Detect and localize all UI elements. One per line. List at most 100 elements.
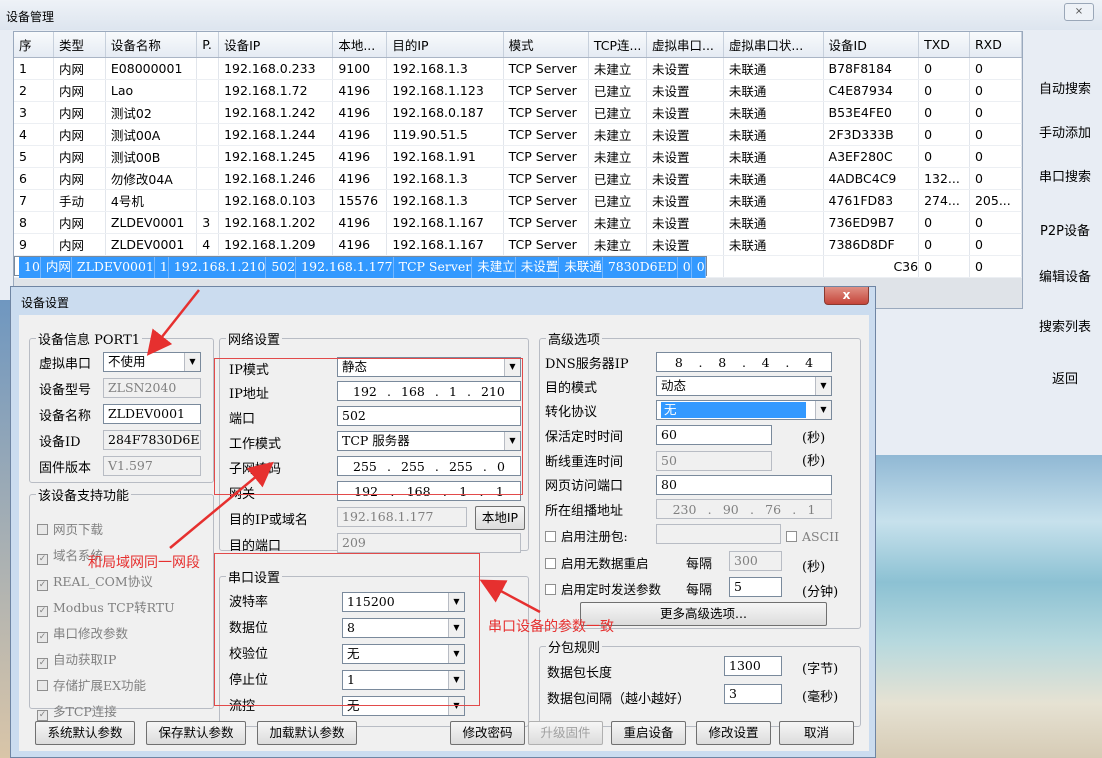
apply-settings-button[interactable]: 修改设置 [696, 721, 771, 745]
feature-checkbox[interactable]: ✓ 自动获取IP [37, 649, 116, 669]
column-header[interactable]: 设备IP [218, 32, 334, 58]
column-header[interactable]: 设备名称 [105, 32, 198, 58]
table-row[interactable]: 5 内网 测试00B 192.168.1.245 4196 192.168.1.91 TCP… [14, 145, 1023, 168]
register-packet-field[interactable] [656, 524, 781, 544]
table-cell [196, 57, 220, 80]
column-header[interactable]: TCP连... [588, 32, 647, 58]
table-cell: 192.168.0.187 [386, 101, 504, 124]
dest-ip-field[interactable]: 192.168.1.177 [337, 507, 467, 527]
keepalive-field[interactable]: 60 [656, 425, 772, 445]
title-bar: 设备管理 ⨯ [0, 0, 1102, 30]
multicast-field[interactable]: 230. 90. 76. 1 [656, 499, 832, 519]
side-button[interactable]: 串口搜索 [1030, 164, 1100, 192]
table-cell: 192.168.1.244 [218, 123, 334, 146]
side-button[interactable]: 编辑设备 [1030, 264, 1100, 292]
table-cell: 未设置 [646, 211, 724, 234]
upgrade-firmware-button[interactable]: 升级固件 [528, 721, 603, 745]
side-button[interactable]: 返回 [1030, 366, 1100, 394]
column-header[interactable]: P. [196, 32, 220, 58]
table-cell: 0 [918, 123, 970, 146]
column-header[interactable]: 本地... [332, 32, 388, 58]
feature-checkbox[interactable]: ✓ 串口修改参数 [37, 623, 128, 643]
table-cell: 4196 [332, 233, 388, 256]
virtual-port-select[interactable]: 不使用 ▼ [103, 352, 201, 372]
nodata-restart-label: 启用无数据重启 [561, 556, 649, 571]
feature-checkbox[interactable]: ✓ Modbus TCP转RTU [37, 597, 175, 617]
timer-interval-field[interactable]: 5 [729, 577, 782, 597]
dest-port-field[interactable]: 209 [337, 533, 521, 553]
table-cell: 6 [14, 167, 54, 190]
web-port-field[interactable]: 80 [656, 475, 832, 495]
column-header[interactable]: TXD [918, 32, 970, 58]
column-header[interactable]: 模式 [503, 32, 589, 58]
dest-mode-select[interactable]: 动态 ▼ [656, 376, 832, 396]
network-legend: 网络设置 [228, 333, 281, 348]
table-cell: 4196 [332, 167, 388, 190]
table-cell: 205... [969, 189, 1023, 212]
protocol-select[interactable]: 无 ▼ [656, 400, 832, 420]
system-default-button[interactable]: 系统默认参数 [35, 721, 135, 745]
local-ip-button[interactable]: 本地IP [475, 506, 525, 530]
table-cell: 192.168.0.103 [218, 189, 334, 212]
change-password-button[interactable]: 修改密码 [450, 721, 525, 745]
feature-checkbox[interactable]: 存储扩展EX功能 [37, 675, 146, 694]
device-id-label: 设备ID [39, 435, 81, 450]
more-advanced-button[interactable]: 更多高级选项... [580, 602, 827, 626]
firmware-field[interactable]: V1.597 [103, 456, 201, 476]
table-cell: 内网 [53, 233, 106, 256]
side-button[interactable]: P2P设备 [1030, 218, 1100, 246]
reconnect-field[interactable]: 50 [656, 451, 772, 471]
register-packet-label: 启用注册包: [561, 529, 628, 544]
device-id-field[interactable]: 284F7830D6ED [103, 430, 201, 450]
table-row[interactable]: 1 内网 E08000001 192.168.0.233 9100 192.168.1.3… [14, 57, 1023, 80]
mc-octet: 76 [765, 501, 782, 517]
ascii-checkbox[interactable]: ASCII [786, 529, 839, 544]
table-row[interactable]: 3 内网 测试02 192.168.1.242 4196 192.168.0.187 TCP… [14, 101, 1023, 124]
column-header[interactable]: 序 [14, 32, 54, 58]
load-default-button[interactable]: 加载默认参数 [257, 721, 357, 745]
table-cell: 132... [918, 167, 970, 190]
device-table[interactable]: 序类型 设备名称 P. 设备IP 本地... 目的IP 模式 TCP连... 虚拟串口... 虚拟… [13, 31, 1023, 309]
table-row[interactable]: 6 内网 勿修改04A 192.168.1.246 4196 192.168.1.3 TCP… [14, 167, 1023, 190]
table-row[interactable]: 4 内网 测试00A 192.168.1.244 4196 119.90.51.5 TCP … [14, 123, 1023, 146]
device-name-field[interactable]: ZLDEV0001 [103, 404, 201, 424]
dialog-close-button[interactable]: x [824, 287, 869, 305]
table-cell: 未设置 [646, 57, 724, 80]
save-default-button[interactable]: 保存默认参数 [146, 721, 246, 745]
nodata-restart-checkbox[interactable]: 启用无数据重启 [545, 553, 649, 572]
table-row[interactable]: 9 内网 ZLDEV0001 4 192.168.1.209 4196 192.168.1.… [14, 233, 1023, 256]
side-button[interactable]: 自动搜索 [1030, 76, 1100, 104]
table-cell: 192.168.0.233 [218, 57, 334, 80]
table-cell: 未设置 [646, 101, 724, 124]
side-button[interactable]: 手动添加 [1030, 120, 1100, 148]
feature-checkbox[interactable]: ✓ REAL_COM协议 [37, 571, 153, 591]
table-row[interactable]: 10 内网 ZLDEV0001 1 192.168.1.210 502 192.168.1.… [14, 255, 707, 279]
column-header[interactable]: 类型 [53, 32, 106, 58]
register-packet-checkbox[interactable]: 启用注册包: [545, 526, 628, 545]
column-header[interactable]: 虚拟串口... [646, 32, 724, 58]
dns-field[interactable]: 8. 8. 4. 4 [656, 352, 832, 372]
cancel-button[interactable]: 取消 [779, 721, 854, 745]
table-cell: TCP Server [503, 211, 589, 234]
side-button[interactable]: 搜索列表 [1030, 314, 1100, 342]
column-header[interactable]: 设备ID [823, 32, 920, 58]
table-row[interactable]: 7 手动 4号机 192.168.0.103 15576 192.168.1.3 TCP S… [14, 189, 1023, 212]
nodata-interval-field[interactable]: 300 [729, 551, 782, 571]
table-row[interactable]: 2 内网 Lao 192.168.1.72 4196 192.168.1.123 TCP S… [14, 79, 1023, 102]
column-header[interactable]: 虚拟串口状... [723, 32, 824, 58]
timed-send-checkbox[interactable]: 启用定时发送参数 [545, 579, 661, 598]
table-cell: 未联通 [723, 145, 824, 168]
table-cell: 0 [918, 101, 970, 124]
table-cell: 未建立 [588, 57, 647, 80]
model-field[interactable]: ZLSN2040 [103, 378, 201, 398]
feature-checkbox[interactable]: ✓ 多TCP连接 [37, 701, 117, 721]
table-row[interactable]: 8 内网 ZLDEV0001 3 192.168.1.202 4196 192.168.1.… [14, 211, 1023, 234]
restart-device-button[interactable]: 重启设备 [611, 721, 686, 745]
close-icon[interactable]: ⨯ [1064, 3, 1094, 21]
column-header[interactable]: RXD [969, 32, 1023, 58]
feature-checkbox[interactable]: 网页下载 [37, 519, 103, 538]
column-header[interactable]: 目的IP [386, 32, 504, 58]
packet-gap-field[interactable]: 3 [724, 684, 782, 704]
lan-annotation: 和局域网同一网段 [88, 555, 200, 571]
packet-length-field[interactable]: 1300 [724, 656, 782, 676]
